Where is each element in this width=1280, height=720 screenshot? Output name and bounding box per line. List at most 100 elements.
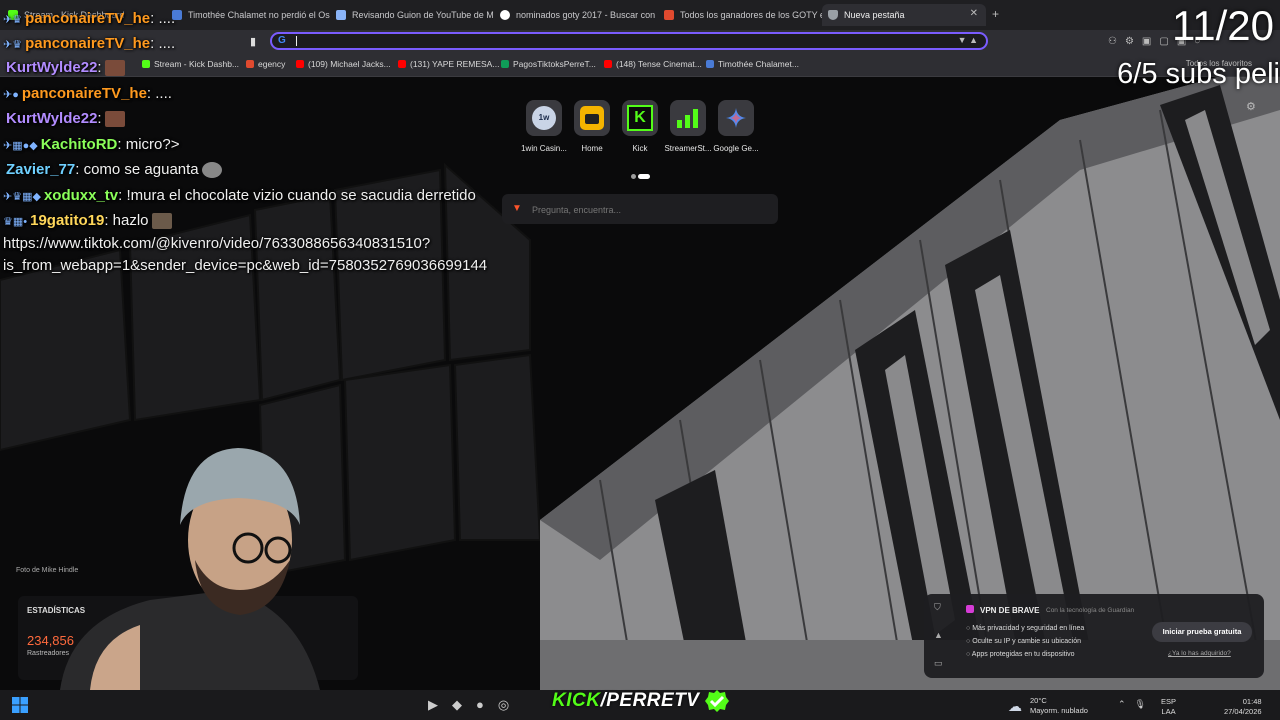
- chat-badges-icon: ✈▦●◆: [3, 140, 38, 152]
- card-icon[interactable]: ▭: [934, 658, 943, 669]
- chat-badges-icon: ✈♛: [3, 14, 23, 26]
- shortcut-label: Home: [581, 144, 603, 153]
- bookmarks-bar: Stream - Kick Dashb... egency (109) Mich…: [0, 54, 1280, 77]
- bookmark-pagos-tiktoks[interactable]: PagosTiktoksPerreT...: [501, 59, 596, 69]
- chat-text: : micro?>: [117, 136, 180, 153]
- bookmark-tense-cinematic[interactable]: (148) Tense Cinemat...: [604, 59, 702, 69]
- tab-chalamet[interactable]: Timothée Chalamet no perdió el Osc: [166, 4, 330, 26]
- shortcut-label: Kick: [632, 144, 648, 153]
- tab-title: Todos los ganadores de los GOTY en: [680, 10, 822, 20]
- chat-username: 19gatito19: [30, 212, 105, 229]
- bookmark-label: PagosTiktoksPerreT...: [513, 59, 596, 69]
- kick-icon: [142, 60, 150, 68]
- verified-check-icon: [705, 690, 729, 712]
- vpn-feature-list: Más privacidad y seguridad en línea Ocul…: [966, 622, 1084, 661]
- chat-text: is_from_webapp=1&sender_device=pc&web_id…: [3, 257, 488, 274]
- brave-rewards-icon[interactable]: ▼ ▲: [958, 35, 978, 45]
- tab-title: nominados goty 2017 - Buscar con G: [516, 10, 658, 20]
- youtube-icon: [296, 60, 304, 68]
- lang-top: ESP: [1161, 697, 1177, 706]
- start-trial-button[interactable]: Iniciar prueba gratuita: [1152, 622, 1252, 642]
- search-box[interactable]: ▼: [502, 194, 778, 224]
- chat-badges-icon: ✈♛: [3, 39, 23, 51]
- bookmark-icon[interactable]: ▮: [250, 35, 256, 48]
- goal-counter: 11/20: [1172, 2, 1274, 49]
- clock-time: 01:48: [1242, 697, 1262, 706]
- chat-message: ✈♛ panconaireTV_he: ....: [3, 10, 175, 27]
- shortcut-streamerstats[interactable]: StreamerSt...: [664, 100, 712, 153]
- tab-favicon-icon: [336, 10, 346, 20]
- bookmark-label: (148) Tense Cinemat...: [616, 59, 702, 69]
- settings-gear-icon[interactable]: ⚙: [1246, 100, 1256, 113]
- text-caret: [296, 36, 297, 46]
- weather-temp: 20°C: [1030, 696, 1047, 705]
- chat-message: ✈▦●◆ KachitoRD: micro?>: [3, 136, 180, 153]
- windows-start-icon[interactable]: [12, 697, 28, 713]
- chat-username: KachitoRD: [40, 136, 118, 153]
- tab-goty-search[interactable]: nominados goty 2017 - Buscar con G: [494, 4, 658, 26]
- chat-link-line: is_from_webapp=1&sender_device=pc&web_id…: [3, 257, 487, 274]
- chat-username: panconaireTV_he: [25, 10, 151, 27]
- google-icon: G: [278, 35, 286, 46]
- search-input[interactable]: [530, 201, 764, 219]
- gemini-icon: [718, 100, 754, 136]
- brave-shield-icon: [828, 10, 838, 20]
- weather-text: Mayorm. nublado: [1030, 706, 1088, 715]
- chat-message: KurtWylde22:: [3, 110, 125, 128]
- emote-icon: [104, 60, 125, 77]
- vpn-title: VPN DE BRAVE: [980, 606, 1040, 615]
- shortcut-kick[interactable]: K Kick: [616, 100, 664, 153]
- bookmark-label: egency: [258, 59, 286, 69]
- chat-text: https://www.tiktok.com/@kivenro/video/76…: [3, 235, 431, 252]
- kick-perretv-logo: KICK/PERRETV: [552, 690, 700, 711]
- bars-icon: [670, 100, 706, 136]
- lang-bottom: LAA: [1161, 707, 1176, 716]
- list-item: Más privacidad y seguridad en línea: [966, 622, 1084, 635]
- sheets-icon: [501, 60, 509, 68]
- kick-icon: K: [622, 100, 658, 136]
- chat-link-line: https://www.tiktok.com/@kivenro/video/76…: [3, 235, 430, 252]
- tab-favicon-icon: [664, 10, 674, 20]
- docs-icon: [706, 60, 714, 68]
- emote-icon: [151, 213, 172, 230]
- chat-text: :: [97, 59, 102, 76]
- tab-nueva-pestana[interactable]: Nueva pestaña ✕: [822, 4, 986, 26]
- bookmark-label: (109) Michael Jacks...: [308, 59, 391, 69]
- bookmark-egency[interactable]: egency: [246, 59, 285, 69]
- tab-goty-winners[interactable]: Todos los ganadores de los GOTY en: [658, 4, 822, 26]
- bookmark-chalamet[interactable]: Timothée Chalamet...: [706, 59, 799, 69]
- 1win-icon: 1w: [526, 100, 562, 136]
- vpn-card: ⛉ ▲ ▭ VPN DE BRAVE Con la tecnología de …: [924, 594, 1264, 678]
- shortcut-1win[interactable]: 1w 1win Casin...: [520, 100, 568, 153]
- tab-revisando-guion[interactable]: Revisando Guion de YouTube de Mar: [330, 4, 494, 26]
- new-tab-button[interactable]: +: [992, 7, 999, 21]
- chat-message: ✈♛ panconaireTV_he: ....: [3, 35, 175, 52]
- chat-badges-icon: ✈♛▦◆: [3, 191, 41, 203]
- language-indicator[interactable]: ESP LAA: [1161, 697, 1176, 717]
- chat-username: xoduxx_tv: [43, 187, 119, 204]
- chat-text: : !mura el chocolate vizio cuando se sac…: [118, 187, 476, 204]
- pagination-dots[interactable]: [631, 166, 652, 184]
- warning-icon[interactable]: ▲: [934, 630, 943, 640]
- shield-icon[interactable]: ⛉: [934, 602, 941, 613]
- bookmark-label: Timothée Chalamet...: [718, 59, 799, 69]
- already-purchased-link[interactable]: ¿Ya lo has adquirido?: [1168, 650, 1231, 657]
- address-bar[interactable]: G ▼ ▲: [270, 32, 988, 50]
- clapper-icon: [574, 100, 610, 136]
- bookmark-michael-jackson[interactable]: (109) Michael Jacks...: [296, 59, 391, 69]
- card-nav: ⛉ ▲ ▭: [924, 594, 952, 678]
- taskbar-apps-icon[interactable]: ▶◆●◎: [428, 697, 523, 713]
- vpn-logo-icon: [966, 605, 974, 613]
- tab-title: Revisando Guion de YouTube de Mar: [352, 10, 494, 20]
- chat-badges-icon: ♛▦•: [3, 216, 28, 228]
- bookmark-yape-remesa[interactable]: (131) YAPE REMESA...: [398, 59, 499, 69]
- webcam-feed: [60, 448, 320, 690]
- clock[interactable]: 01:48 27/04/2026: [1224, 697, 1262, 717]
- chat-badges-icon: ✈●: [3, 89, 19, 101]
- shortcut-google-gemini[interactable]: Google Ge...: [712, 100, 760, 153]
- bookmark-kick-dashboard[interactable]: Stream - Kick Dashb...: [142, 59, 239, 69]
- tab-close-icon[interactable]: ✕: [970, 8, 978, 19]
- tab-strip: Stream - Kick Dashboard Timothée Chalame…: [0, 0, 1280, 30]
- shortcut-home[interactable]: Home: [568, 100, 616, 153]
- tray-icons[interactable]: ⌃🎙: [1118, 699, 1155, 710]
